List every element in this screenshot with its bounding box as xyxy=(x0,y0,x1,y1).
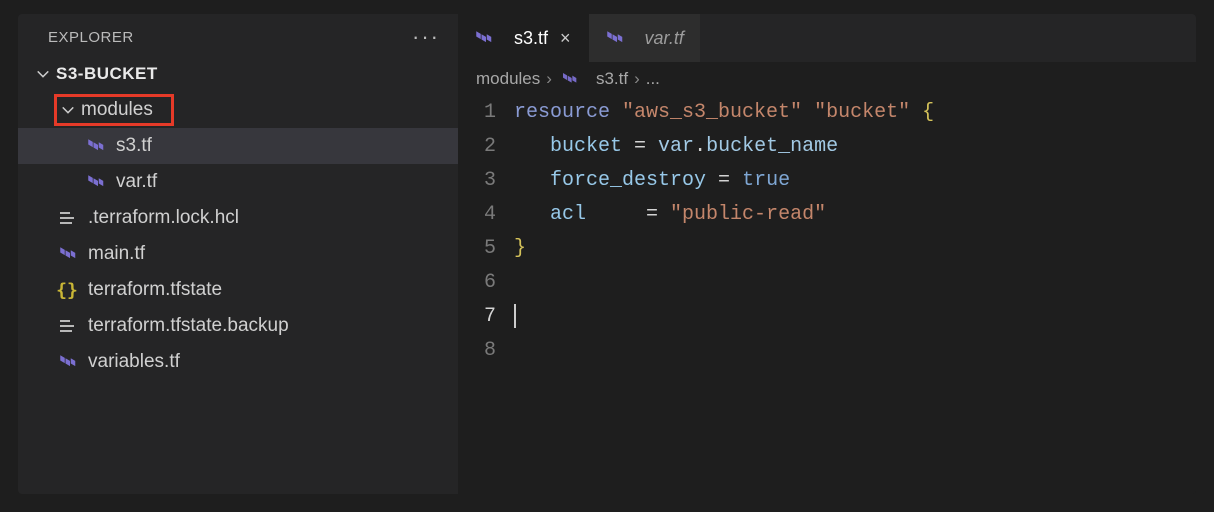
breadcrumb-part[interactable]: modules xyxy=(476,69,540,89)
line-number: 4 xyxy=(458,198,496,232)
folder-highlight: modules xyxy=(54,94,174,126)
tab-label: var.tf xyxy=(645,28,684,49)
project-root-label: S3-BUCKET xyxy=(56,64,158,84)
project-root[interactable]: S3-BUCKET xyxy=(18,58,458,90)
file-main-tf[interactable]: main.tf xyxy=(18,236,458,272)
line-number-gutter: 12345678 xyxy=(458,96,514,494)
file-label: terraform.tfstate.backup xyxy=(88,315,289,337)
code-lines[interactable]: resource "aws_s3_bucket" "bucket" { buck… xyxy=(514,96,1196,494)
more-actions-icon[interactable]: ··· xyxy=(408,26,444,48)
file-label: s3.tf xyxy=(116,135,152,157)
terraform-icon xyxy=(603,27,625,49)
file-variables-tf[interactable]: variables.tf xyxy=(18,344,458,380)
chevron-down-icon xyxy=(36,67,50,81)
chevron-right-icon: › xyxy=(546,69,552,89)
breadcrumb[interactable]: modules › s3.tf › ... xyxy=(458,62,1196,94)
breadcrumb-part[interactable]: ... xyxy=(646,69,660,89)
file-label: main.tf xyxy=(88,243,145,265)
file-var-tf[interactable]: var.tf xyxy=(18,164,458,200)
file-label: variables.tf xyxy=(88,351,180,373)
file-label: .terraform.lock.hcl xyxy=(88,207,239,229)
explorer-sidebar: EXPLORER ··· S3-BUCKET modules s3.tf var.… xyxy=(18,14,458,494)
editor-area: s3.tf × var.tf modules › s3.tf › ... 12345… xyxy=(458,14,1196,494)
chevron-down-icon xyxy=(61,103,75,117)
file-terraform-tfstate[interactable]: {} terraform.tfstate xyxy=(18,272,458,308)
folder-label: modules xyxy=(81,99,153,121)
terraform-icon xyxy=(84,135,106,157)
tab-var-tf[interactable]: var.tf xyxy=(589,14,700,62)
terraform-icon xyxy=(472,27,494,49)
line-number: 6 xyxy=(458,266,496,300)
explorer-title: EXPLORER xyxy=(48,29,134,46)
line-number: 3 xyxy=(458,164,496,198)
tab-label: s3.tf xyxy=(514,28,548,49)
file-terraform-tfstate-backup[interactable]: terraform.tfstate.backup xyxy=(18,308,458,344)
terraform-icon xyxy=(56,243,78,265)
tab-bar: s3.tf × var.tf xyxy=(458,14,1196,62)
file-tree: modules s3.tf var.tf .terraform.lock.hcl ma… xyxy=(18,92,458,380)
file-s3-tf[interactable]: s3.tf xyxy=(18,128,458,164)
list-icon xyxy=(56,315,78,337)
terraform-icon xyxy=(558,68,580,90)
close-icon[interactable]: × xyxy=(558,29,573,47)
chevron-right-icon: › xyxy=(634,69,640,89)
file-label: var.tf xyxy=(116,171,157,193)
text-cursor xyxy=(514,304,516,328)
list-icon xyxy=(56,207,78,229)
file--terraform-lock-hcl[interactable]: .terraform.lock.hcl xyxy=(18,200,458,236)
breadcrumb-part[interactable]: s3.tf xyxy=(596,69,628,89)
terraform-icon xyxy=(84,171,106,193)
line-number: 2 xyxy=(458,130,496,164)
line-number: 7 xyxy=(458,300,496,334)
tab-s3-tf[interactable]: s3.tf × xyxy=(458,14,589,62)
terraform-icon xyxy=(56,351,78,373)
file-label: terraform.tfstate xyxy=(88,279,222,301)
line-number: 1 xyxy=(458,96,496,130)
folder-modules[interactable]: modules xyxy=(18,92,458,128)
line-number: 5 xyxy=(458,232,496,266)
line-number: 8 xyxy=(458,334,496,368)
json-icon: {} xyxy=(56,279,78,301)
code-editor[interactable]: 12345678 resource "aws_s3_bucket" "bucke… xyxy=(458,94,1196,494)
